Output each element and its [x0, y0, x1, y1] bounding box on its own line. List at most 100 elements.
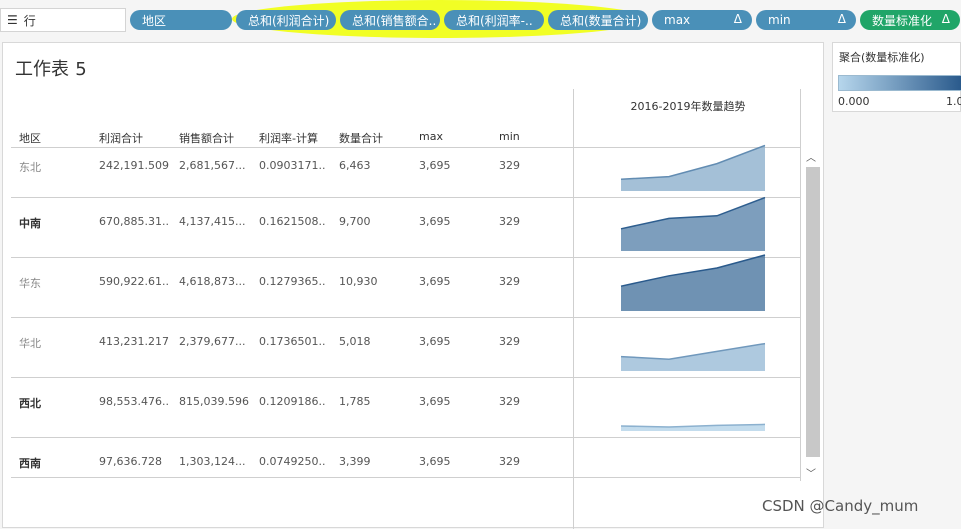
cell-profit[interactable]: 670,885.31.. — [99, 215, 169, 228]
cell-qty[interactable]: 10,930 — [339, 275, 378, 288]
cell-min[interactable]: 329 — [499, 275, 520, 288]
row-separator — [11, 257, 801, 258]
row-separator — [11, 197, 801, 198]
col-header-region[interactable]: 地区 — [19, 130, 41, 146]
cell-region[interactable]: 东北 — [19, 159, 41, 175]
col-header-min[interactable]: min — [499, 130, 520, 143]
row-separator — [11, 377, 801, 378]
trend-area[interactable] — [621, 255, 765, 311]
cell-region[interactable]: 华东 — [19, 275, 41, 291]
scroll-thumb[interactable] — [806, 167, 820, 457]
row-separator — [11, 437, 801, 438]
cell-rate[interactable]: 0.0903171.. — [259, 159, 325, 172]
scroll-down-icon[interactable]: ﹀ — [806, 465, 816, 480]
sheet-title-number: 5 — [75, 59, 87, 80]
cell-max[interactable]: 3,695 — [419, 159, 451, 172]
cell-sales[interactable]: 815,039.596 — [179, 395, 249, 408]
trend-area[interactable] — [621, 343, 765, 371]
cell-profit[interactable]: 97,636.728 — [99, 455, 162, 468]
cell-qty[interactable]: 5,018 — [339, 335, 371, 348]
cell-qty[interactable]: 9,700 — [339, 215, 371, 228]
list-icon: ☰ — [7, 13, 18, 27]
trend-header: 2016-2019年数量趋势 — [630, 100, 746, 113]
vertical-scrollbar[interactable]: ︿ ﹀ — [804, 147, 820, 480]
pill-label: 地区 — [142, 13, 167, 28]
row-separator — [11, 317, 801, 318]
trend-area[interactable] — [621, 145, 765, 191]
cell-min[interactable]: 329 — [499, 215, 520, 228]
pill-max[interactable]: max Δ — [652, 10, 752, 30]
cell-max[interactable]: 3,695 — [419, 335, 451, 348]
cell-rate[interactable]: 0.1736501.. — [259, 335, 325, 348]
cell-region[interactable]: 西南 — [19, 455, 41, 471]
cell-min[interactable]: 329 — [499, 395, 520, 408]
cell-profit[interactable]: 590,922.61.. — [99, 275, 169, 288]
cell-max[interactable]: 3,695 — [419, 455, 451, 468]
pill-label: 数量标准化 — [872, 13, 933, 28]
scroll-up-icon[interactable]: ︿ — [806, 149, 816, 164]
legend-max: 1.0 — [946, 95, 961, 108]
pill-rate-sum[interactable]: 总和(利润率-.. — [444, 10, 544, 30]
cell-region[interactable]: 西北 — [19, 395, 41, 411]
cell-rate[interactable]: 0.1279365.. — [259, 275, 325, 288]
cell-max[interactable]: 3,695 — [419, 395, 451, 408]
pill-profit-sum[interactable]: 总和(利润合计) — [236, 10, 336, 30]
col-header-rate[interactable]: 利润率-计算 — [259, 130, 318, 146]
trend-line — [620, 342, 766, 360]
cell-sales[interactable]: 4,137,415... — [179, 215, 245, 228]
cell-rate[interactable]: 0.0749250.. — [259, 455, 325, 468]
pill-qty-sum[interactable]: 总和(数量合计) — [548, 10, 648, 30]
trend-area[interactable] — [621, 424, 765, 431]
cell-rate[interactable]: 0.1209186.. — [259, 395, 325, 408]
cell-qty[interactable]: 6,463 — [339, 159, 371, 172]
trend-area[interactable] — [621, 197, 765, 251]
col-header-qty[interactable]: 数量合计 — [339, 130, 383, 146]
cell-region[interactable]: 华北 — [19, 335, 41, 351]
pill-label: min — [768, 13, 791, 27]
delta-icon: Δ — [941, 12, 950, 26]
rows-shelf-label: ☰ 行 — [0, 8, 126, 32]
cell-profit[interactable]: 98,553.476.. — [99, 395, 169, 408]
cell-max[interactable]: 3,695 — [419, 275, 451, 288]
sheet-title: 工作表 5 — [15, 55, 87, 81]
pill-sales-sum[interactable]: 总和(销售额合.. — [340, 10, 440, 30]
delta-icon: Δ — [733, 12, 742, 26]
cell-min[interactable]: 329 — [499, 335, 520, 348]
legend-gradient — [838, 75, 961, 91]
rows-label: 行 — [23, 13, 36, 28]
column-divider — [573, 89, 574, 529]
col-header-profit[interactable]: 利润合计 — [99, 130, 143, 146]
cell-sales[interactable]: 2,681,567... — [179, 159, 245, 172]
pill-region[interactable]: 地区 — [130, 10, 232, 30]
watermark: CSDN @Candy_mum — [762, 497, 919, 515]
cell-sales[interactable]: 2,379,677... — [179, 335, 245, 348]
cell-qty[interactable]: 3,399 — [339, 455, 371, 468]
cell-min[interactable]: 329 — [499, 159, 520, 172]
delta-icon: Δ — [837, 12, 846, 26]
rows-shelf: ☰ 行 地区 总和(利润合计) 总和(销售额合.. 总和(利润率-.. 总和(数… — [0, 0, 961, 40]
cell-profit[interactable]: 413,231.217 — [99, 335, 169, 348]
pill-min[interactable]: min Δ — [756, 10, 856, 30]
color-legend: 聚合(数量标准化) 0.000 1.0 — [832, 42, 961, 112]
pill-label: 总和(销售额合.. — [352, 13, 437, 28]
legend-title: 聚合(数量标准化) — [839, 51, 925, 64]
trend-line — [620, 423, 766, 428]
cell-max[interactable]: 3,695 — [419, 215, 451, 228]
sheet-title-text: 工作表 — [15, 59, 69, 80]
cell-region[interactable]: 中南 — [19, 215, 41, 231]
pill-label: 总和(利润合计) — [248, 13, 330, 28]
cell-sales[interactable]: 1,303,124... — [179, 455, 245, 468]
row-separator — [11, 147, 801, 148]
cell-qty[interactable]: 1,785 — [339, 395, 371, 408]
cell-rate[interactable]: 0.1621508.. — [259, 215, 325, 228]
pill-qty-normalized[interactable]: 数量标准化 Δ — [860, 10, 960, 30]
row-separator — [11, 477, 801, 478]
col-header-sales[interactable]: 销售额合计 — [179, 130, 234, 146]
pill-label: 总和(利润率-.. — [456, 13, 533, 28]
cell-sales[interactable]: 4,618,873... — [179, 275, 245, 288]
legend-min: 0.000 — [838, 95, 870, 108]
cell-profit[interactable]: 242,191.509 — [99, 159, 169, 172]
pill-label: max — [664, 13, 691, 27]
col-header-max[interactable]: max — [419, 130, 443, 143]
cell-min[interactable]: 329 — [499, 455, 520, 468]
